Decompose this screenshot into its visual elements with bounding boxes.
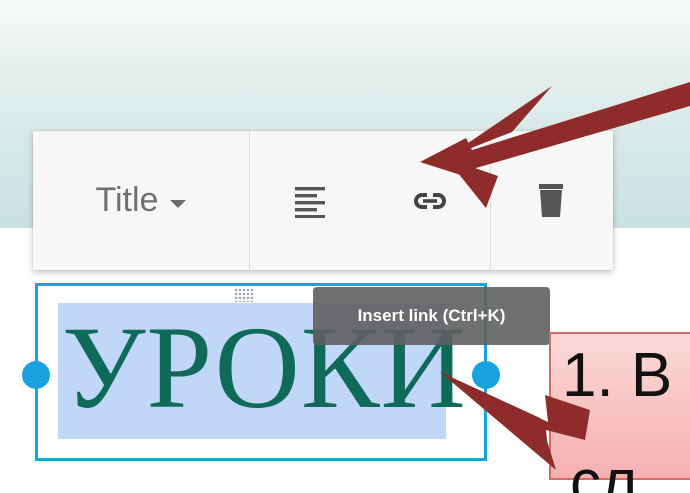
trash-icon [539,183,563,217]
header-banner-fade [0,0,690,60]
align-button[interactable] [270,161,350,241]
insert-link-button[interactable] [390,161,470,241]
align-left-icon [295,186,325,218]
delete-button[interactable] [491,131,611,270]
text-style-dropdown[interactable]: Title [33,131,249,270]
text-format-toolbar: Title [33,131,613,270]
link-icon [414,192,446,209]
callout-line-1: 1. В [562,341,673,410]
right-resize-handle[interactable] [472,361,500,389]
toolbar-mid-group [250,131,490,270]
tooltip-text: Insert link (Ctrl+K) [357,306,506,325]
text-style-label: Title [95,181,159,219]
insert-link-tooltip: Insert link (Ctrl+K) [313,287,550,345]
callout-line-2: сл [570,448,638,493]
dropdown-caret-icon [170,199,187,208]
left-resize-handle[interactable] [22,361,50,389]
